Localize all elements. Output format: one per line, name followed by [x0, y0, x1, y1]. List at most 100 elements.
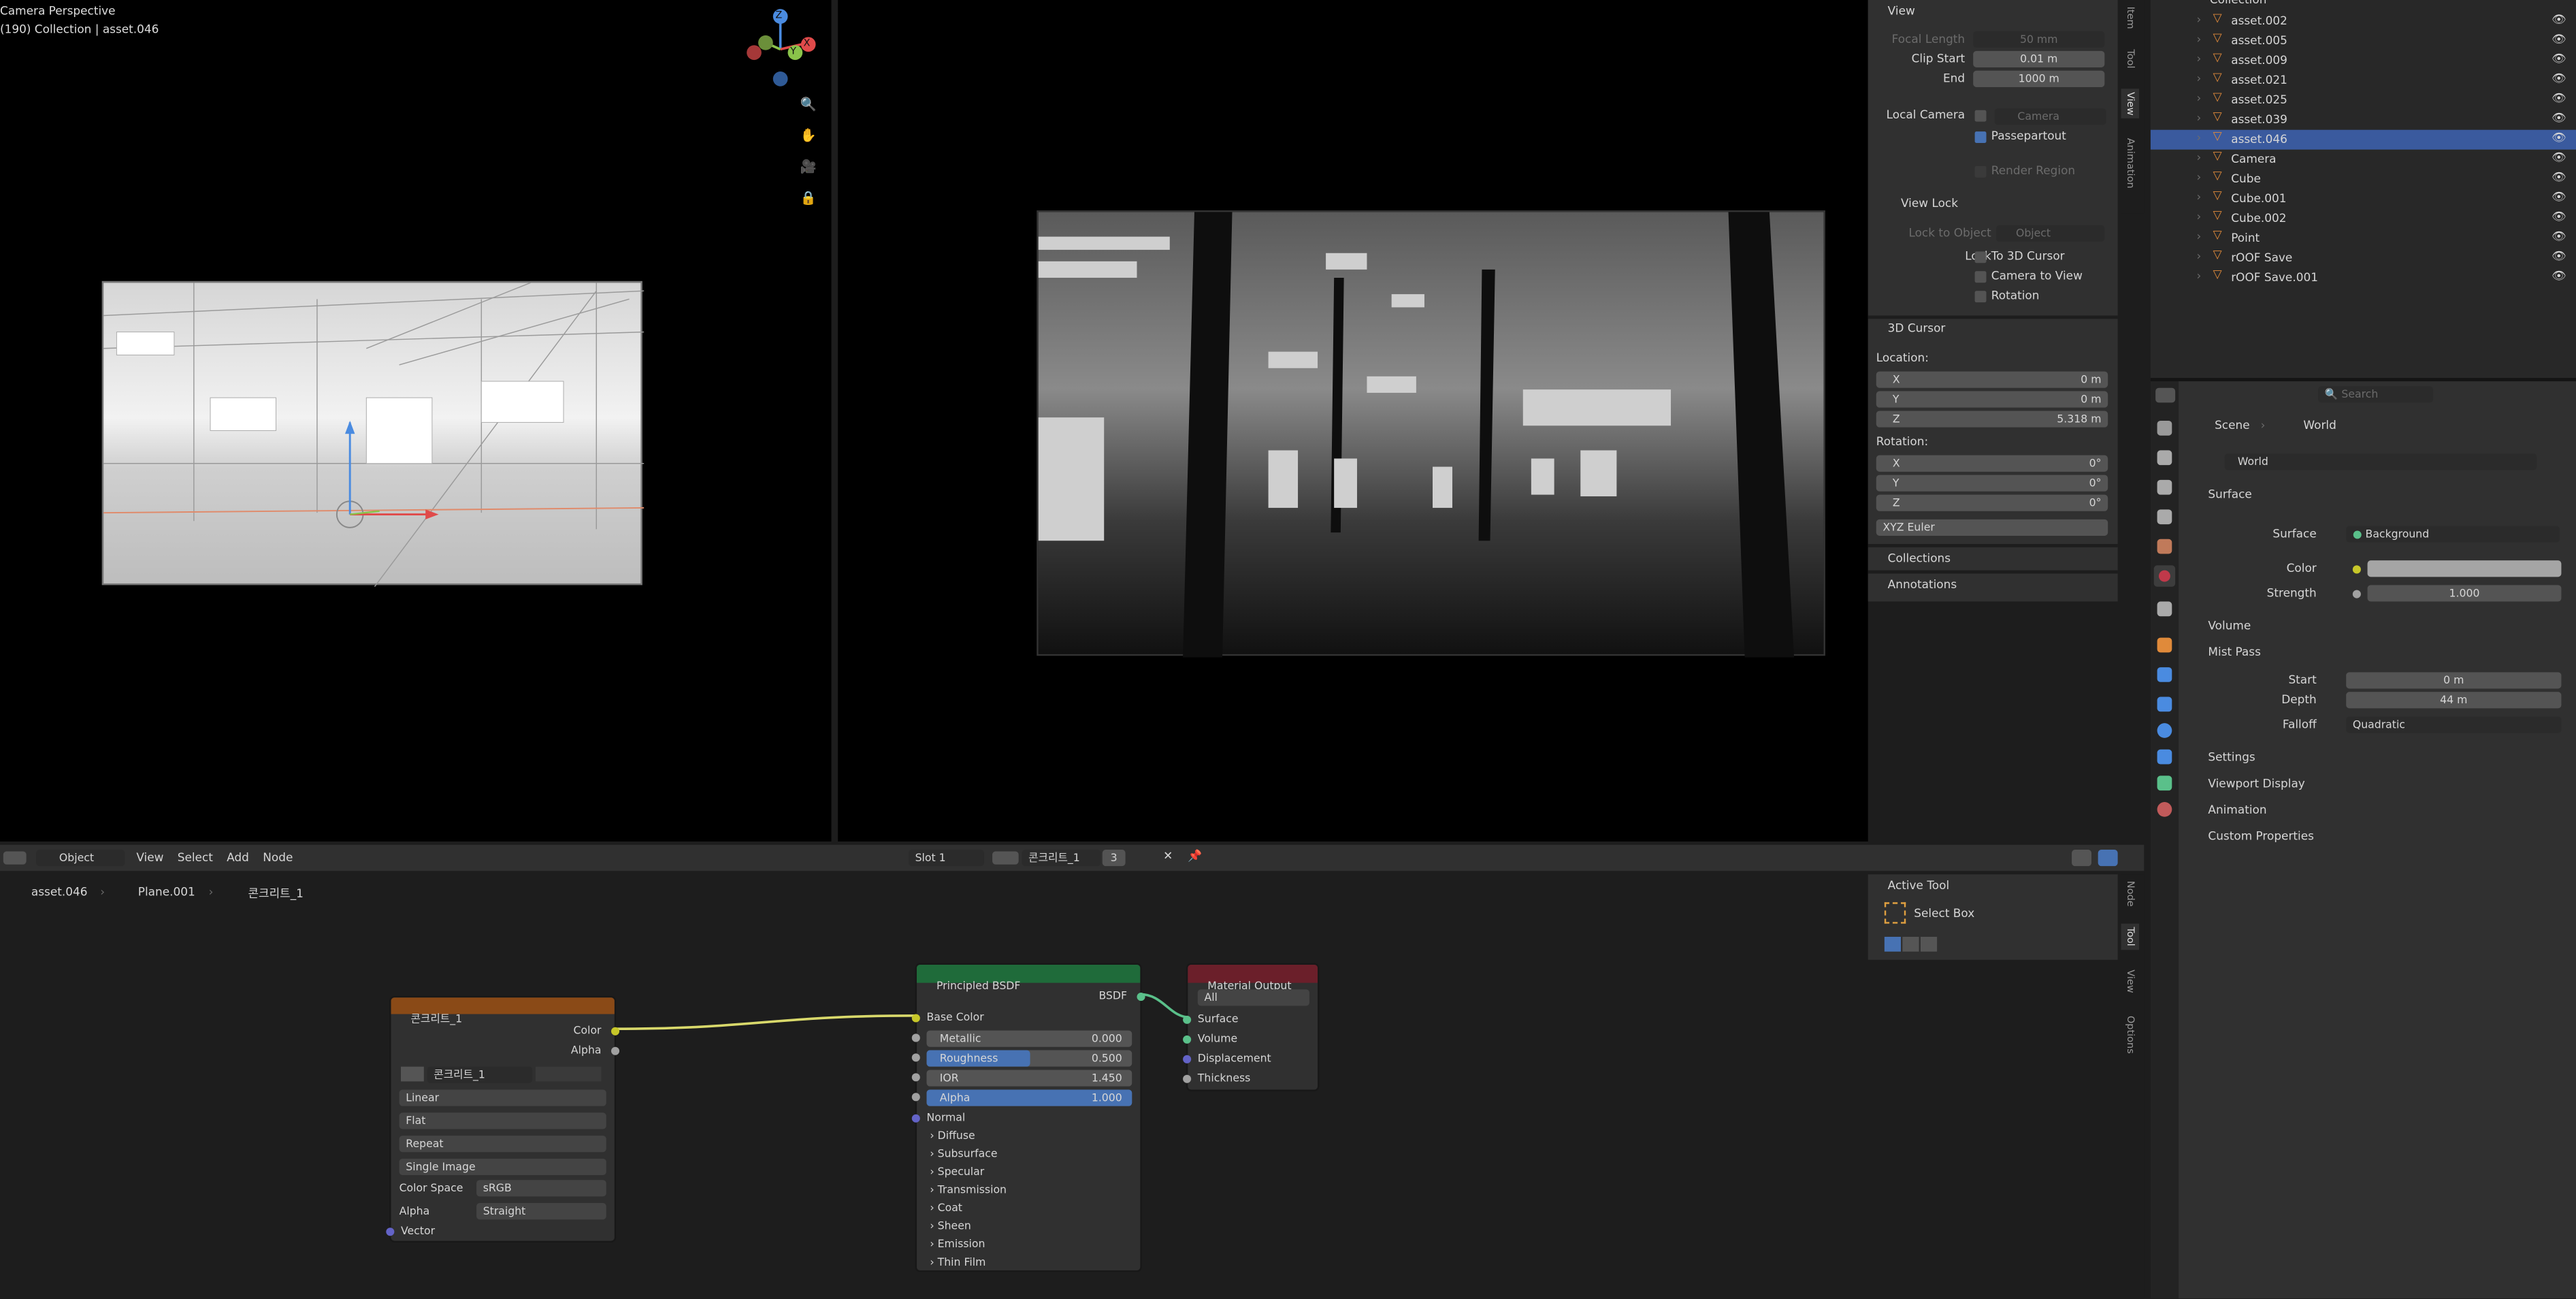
local-camera-field[interactable]: Camera [1994, 108, 2106, 125]
visibility-eye-icon[interactable]: 👁 [2551, 52, 2566, 65]
outliner-row[interactable]: › ▽ asset.005 👁 [2151, 31, 2576, 51]
visibility-eye-icon[interactable]: 👁 [2551, 250, 2566, 263]
outliner-item-name[interactable]: Cube.002 [2231, 212, 2286, 225]
expand-chevron-icon[interactable]: › [2197, 33, 2202, 46]
expand-chevron-icon[interactable]: › [2197, 191, 2202, 204]
editor-type-icon[interactable] [3, 851, 27, 865]
outliner-row[interactable]: › ▽ Cube.001 👁 [2151, 189, 2576, 209]
focal-length-field[interactable]: 50 mm [1973, 31, 2105, 48]
base-color-socket[interactable] [911, 1014, 920, 1023]
outliner-row[interactable]: › ▽ asset.046 👁 [2150, 129, 2576, 150]
modifier-tab-icon[interactable] [2157, 667, 2172, 682]
tab-view[interactable]: View [2121, 89, 2140, 119]
outliner-row[interactable]: › ▽ asset.039 👁 [2151, 110, 2576, 130]
alpha-slider[interactable]: Alpha 1.000 [926, 1089, 1132, 1106]
clip-start-field[interactable]: 0.01 m [1973, 50, 2105, 67]
viewport-display-header[interactable]: Viewport Display [2208, 777, 2304, 790]
outliner-row[interactable]: › ▽ rOOF Save 👁 [2151, 248, 2576, 268]
outliner-item-name[interactable]: asset.039 [2231, 114, 2287, 127]
image-name-field[interactable]: 콘크리트_1 [427, 1066, 533, 1083]
outliner-row[interactable]: › ▽ asset.002 👁 [2151, 12, 2576, 31]
expand-chevron-icon[interactable]: › [2197, 270, 2202, 283]
breadcrumb-world[interactable]: World [2303, 419, 2336, 432]
cursor-rot-z[interactable]: Z 0° [1876, 494, 2108, 511]
displacement-input-socket[interactable] [1183, 1055, 1192, 1063]
view-lock-header[interactable]: View Lock [1901, 197, 1958, 210]
volume-header[interactable]: Volume [2208, 620, 2251, 632]
menu-add[interactable]: Add [227, 851, 249, 864]
breadcrumb-scene[interactable]: Scene [2215, 419, 2250, 432]
visibility-eye-icon[interactable]: 👁 [2551, 131, 2566, 144]
outliner-item-name[interactable]: asset.025 [2231, 94, 2287, 107]
outliner-item-name[interactable]: asset.021 [2231, 74, 2287, 87]
local-camera-checkbox[interactable] [1974, 110, 1987, 122]
particles-tab-icon[interactable] [2157, 696, 2172, 712]
outliner-item-name[interactable]: Cube [2231, 172, 2261, 185]
roughness-socket[interactable] [911, 1053, 920, 1062]
outliner-row[interactable]: › ▽ Point 👁 [2151, 229, 2576, 248]
cursor-loc-x[interactable]: X 0 m [1876, 371, 2108, 388]
lock-rotation-checkbox[interactable] [1974, 291, 1987, 303]
outliner-row[interactable]: › ▽ rOOF Save.001 👁 [2151, 268, 2576, 287]
outliner-item-name[interactable]: Cube.001 [2231, 192, 2286, 205]
outliner-row[interactable]: › ▽ asset.009 👁 [2151, 51, 2576, 71]
color-output-socket[interactable] [611, 1027, 620, 1036]
shader-type-dropdown[interactable]: Object [36, 850, 125, 867]
ior-socket[interactable] [911, 1073, 920, 1082]
view-panel-header[interactable]: View [1888, 5, 1915, 18]
normal-socket[interactable] [911, 1114, 920, 1123]
bsdf-panel-transmission[interactable]: › Transmission [930, 1183, 1007, 1196]
view-layer-tab-icon[interactable] [2157, 509, 2172, 525]
bsdf-panel-diffuse[interactable]: › Diffuse [930, 1129, 975, 1142]
cursor-rot-y[interactable]: Y 0° [1876, 475, 2108, 492]
outliner-item-name[interactable]: rOOF Save.001 [2231, 271, 2318, 284]
visibility-eye-icon[interactable]: 👁 [2551, 72, 2566, 85]
tab-tool[interactable]: Tool [2124, 49, 2136, 68]
outliner-row[interactable]: › ▽ asset.021 👁 [2151, 71, 2576, 91]
to-3d-cursor-checkbox[interactable] [1974, 251, 1987, 263]
bsdf-panel-emission[interactable]: › Emission [930, 1238, 985, 1251]
source-dropdown[interactable]: Single Image [399, 1158, 606, 1176]
expand-chevron-icon[interactable]: › [2197, 230, 2202, 243]
visibility-eye-icon[interactable]: 👁 [2551, 270, 2566, 283]
object-tab-icon[interactable] [2157, 637, 2172, 653]
projection-dropdown[interactable]: Flat [399, 1112, 606, 1129]
close-icon[interactable]: ✕ [1163, 850, 1173, 863]
alpha-output-socket[interactable] [611, 1046, 620, 1055]
left-viewport[interactable]: Camera Perspective (190) Collection | as… [0, 0, 832, 841]
alpha-mode-dropdown[interactable]: Straight [476, 1203, 606, 1220]
camera-view-icon[interactable]: 🎥 [798, 160, 818, 181]
3d-cursor-header[interactable]: 3D Cursor [1888, 322, 1946, 335]
custom-properties-header[interactable]: Custom Properties [2208, 830, 2314, 843]
outliner-item-name[interactable]: rOOF Save [2231, 251, 2292, 264]
metallic-slider[interactable]: Metallic 0.000 [926, 1030, 1132, 1047]
collection-tab-icon[interactable] [2157, 601, 2172, 617]
settings-header[interactable]: Settings [2208, 751, 2255, 764]
clip-end-field[interactable]: 1000 m [1973, 70, 2105, 87]
expand-chevron-icon[interactable]: › [2197, 13, 2202, 26]
menu-select[interactable]: Select [178, 851, 213, 864]
pan-hand-icon[interactable]: ✋ [798, 129, 818, 150]
overlay-toggle-icon[interactable] [2072, 850, 2092, 867]
metallic-socket[interactable] [911, 1033, 920, 1042]
expand-chevron-icon[interactable]: › [2197, 151, 2202, 164]
material-output-node[interactable]: Material Output All Surface Volume Displ… [1183, 963, 1320, 1091]
visibility-eye-icon[interactable]: 👁 [2551, 13, 2566, 26]
rotation-mode-dropdown[interactable]: XYZ Euler [1876, 519, 2108, 536]
visibility-eye-icon[interactable]: 👁 [2551, 33, 2566, 46]
expand-chevron-icon[interactable]: › [2197, 112, 2202, 125]
world-color-swatch[interactable] [2367, 560, 2562, 577]
extension-dropdown[interactable]: Repeat [399, 1136, 606, 1153]
passepartout-checkbox[interactable] [1974, 131, 1987, 144]
expand-chevron-icon[interactable]: › [2197, 250, 2202, 263]
bsdf-panel-subsurface[interactable]: › Subsurface [930, 1147, 997, 1160]
bsdf-panel-specular[interactable]: › Specular [930, 1166, 984, 1178]
outliner-row[interactable]: › ▽ Cube 👁 [2151, 170, 2576, 189]
visibility-eye-icon[interactable]: 👁 [2551, 92, 2566, 105]
visibility-eye-icon[interactable]: 👁 [2551, 171, 2566, 184]
material-browse-icon[interactable] [992, 851, 1019, 865]
outliner-item-name[interactable]: Camera [2231, 153, 2276, 166]
expand-chevron-icon[interactable]: › [2197, 52, 2202, 65]
volume-input-socket[interactable] [1183, 1035, 1192, 1044]
mist-pass-header[interactable]: Mist Pass [2208, 646, 2260, 659]
